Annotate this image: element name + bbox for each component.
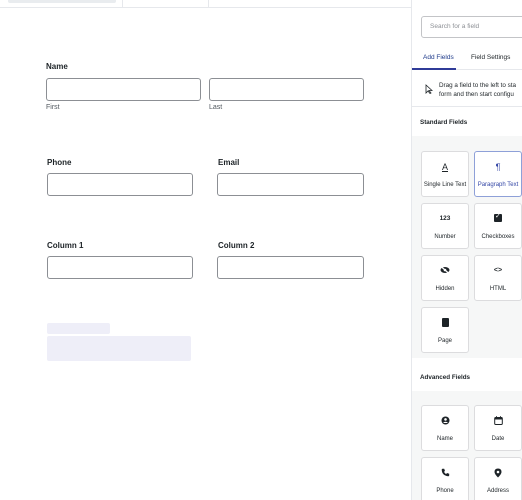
drag-hint-text: Drag a field to the left to sta form and… [439, 81, 522, 99]
cursor-icon [425, 84, 433, 94]
phone-input[interactable] [47, 173, 193, 196]
active-tab-indicator [412, 68, 456, 70]
map-pin-icon [475, 468, 521, 480]
first-name-input[interactable] [46, 78, 201, 101]
email-input[interactable] [217, 173, 364, 196]
advanced-fields-heading: Advanced Fields [420, 374, 471, 381]
field-card-hidden[interactable]: Hidden [421, 255, 469, 301]
toolbar-tab[interactable] [8, 0, 116, 3]
last-name-input[interactable] [209, 78, 364, 101]
phone-field-label: Phone [47, 158, 72, 167]
field-card-label: Date [491, 436, 505, 442]
user-icon [422, 416, 468, 427]
column1-field-label: Column 1 [47, 241, 84, 250]
email-field-label: Email [218, 158, 240, 167]
standard-fields-heading: Standard Fields [420, 119, 468, 126]
divider [208, 0, 209, 8]
field-card-label: Address [486, 488, 509, 494]
hint-line-2: form and then start configu [439, 91, 514, 98]
field-card-page[interactable]: Page [421, 307, 469, 353]
field-card-label: Checkboxes [481, 234, 515, 240]
page-icon [422, 318, 468, 329]
field-card-address[interactable]: Address [474, 457, 522, 500]
paragraph-icon: ¶ [495, 162, 501, 172]
drop-placeholder-field [47, 336, 191, 361]
checkbox-icon: ✓ [494, 213, 502, 222]
phone-icon [422, 468, 468, 479]
field-card-label: Name [436, 436, 453, 442]
divider [122, 0, 123, 8]
field-card-date[interactable]: Date [474, 405, 522, 451]
code-icon: <> [493, 267, 503, 274]
field-card-label: Number [434, 234, 456, 240]
hint-line-1: Drag a field to the left to sta [439, 82, 517, 89]
calendar-icon [475, 416, 521, 427]
field-card-label: Single Line Text [423, 182, 467, 188]
tab-add-fields[interactable]: Add Fields [423, 54, 454, 61]
field-card-single-line-text[interactable]: A Single Line Text [421, 151, 469, 197]
field-card-label: Phone [436, 488, 454, 494]
drag-hint: Drag a field to the left to sta form and… [412, 71, 522, 107]
name-field-label: Name [46, 62, 68, 71]
field-search-input[interactable]: Search for a field [421, 16, 522, 38]
field-card-paragraph-text[interactable]: ¶ Paragraph Text [474, 151, 522, 197]
field-card-number[interactable]: 123 Number [421, 203, 469, 249]
field-card-html[interactable]: <> HTML [474, 255, 522, 301]
field-card-name[interactable]: Name [421, 405, 469, 451]
field-card-checkboxes[interactable]: ✓ Checkboxes [474, 203, 522, 249]
sidebar-tabs: Add Fields Field Settings [412, 50, 522, 70]
number-icon: 123 [439, 215, 451, 222]
text-a-icon: A [441, 162, 448, 172]
eye-off-icon [422, 266, 468, 276]
field-sidebar: Search for a field Add Fields Field Sett… [411, 0, 522, 500]
tab-field-settings[interactable]: Field Settings [471, 54, 510, 61]
field-card-label: HTML [489, 286, 507, 292]
column1-input[interactable] [47, 256, 193, 279]
field-card-phone[interactable]: Phone [421, 457, 469, 500]
field-card-label: Hidden [435, 286, 455, 292]
form-canvas: Name First Last Phone Email Column 1 Col… [0, 8, 410, 500]
first-name-sublabel: First [46, 104, 60, 111]
top-toolbar [0, 0, 412, 8]
column2-field-label: Column 2 [218, 241, 255, 250]
field-card-label: Paragraph Text [477, 182, 519, 188]
column2-input[interactable] [217, 256, 364, 279]
last-name-sublabel: Last [209, 104, 223, 111]
drop-placeholder-label [47, 323, 110, 334]
field-card-label: Page [437, 338, 452, 344]
